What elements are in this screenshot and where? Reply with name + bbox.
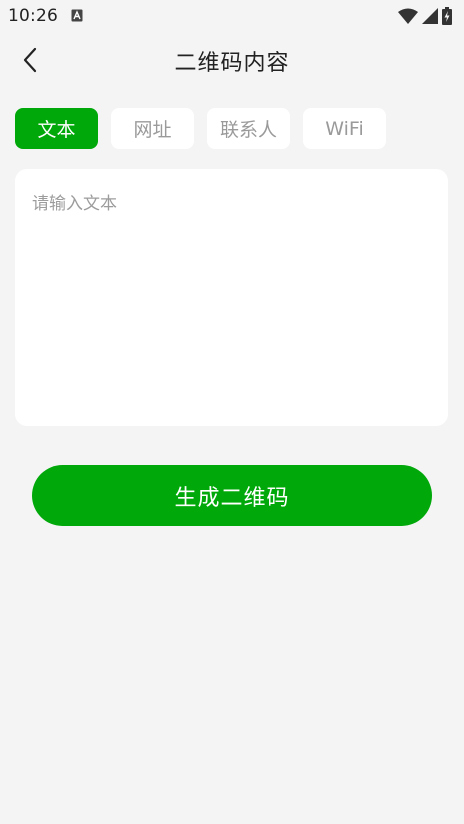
- tab-label: WiFi: [325, 117, 364, 140]
- text-input[interactable]: [15, 169, 448, 426]
- generate-button-label: 生成二维码: [174, 485, 290, 511]
- battery-charging-icon: [442, 7, 452, 25]
- keyboard-notification-icon: [71, 9, 83, 22]
- content-type-tabs: 文本 网址 联系人 WiFi: [15, 108, 386, 149]
- tab-label: 网址: [133, 119, 172, 141]
- tab-label: 文本: [37, 119, 76, 141]
- status-bar: 10:26: [0, 0, 464, 32]
- tab-url[interactable]: 网址: [111, 108, 194, 149]
- text-input-card: [15, 169, 448, 426]
- page-title: 二维码内容: [174, 51, 290, 76]
- tab-text[interactable]: 文本: [15, 108, 98, 149]
- tab-contact[interactable]: 联系人: [207, 108, 290, 149]
- tab-wifi[interactable]: WiFi: [303, 108, 386, 149]
- status-icons: [398, 7, 452, 25]
- wifi-icon: [398, 8, 418, 24]
- signal-icon: [422, 8, 438, 24]
- status-time: 10:26: [8, 6, 58, 26]
- header: 二维码内容: [0, 32, 464, 90]
- generate-qr-button[interactable]: 生成二维码: [32, 465, 432, 526]
- tab-label: 联系人: [219, 119, 277, 141]
